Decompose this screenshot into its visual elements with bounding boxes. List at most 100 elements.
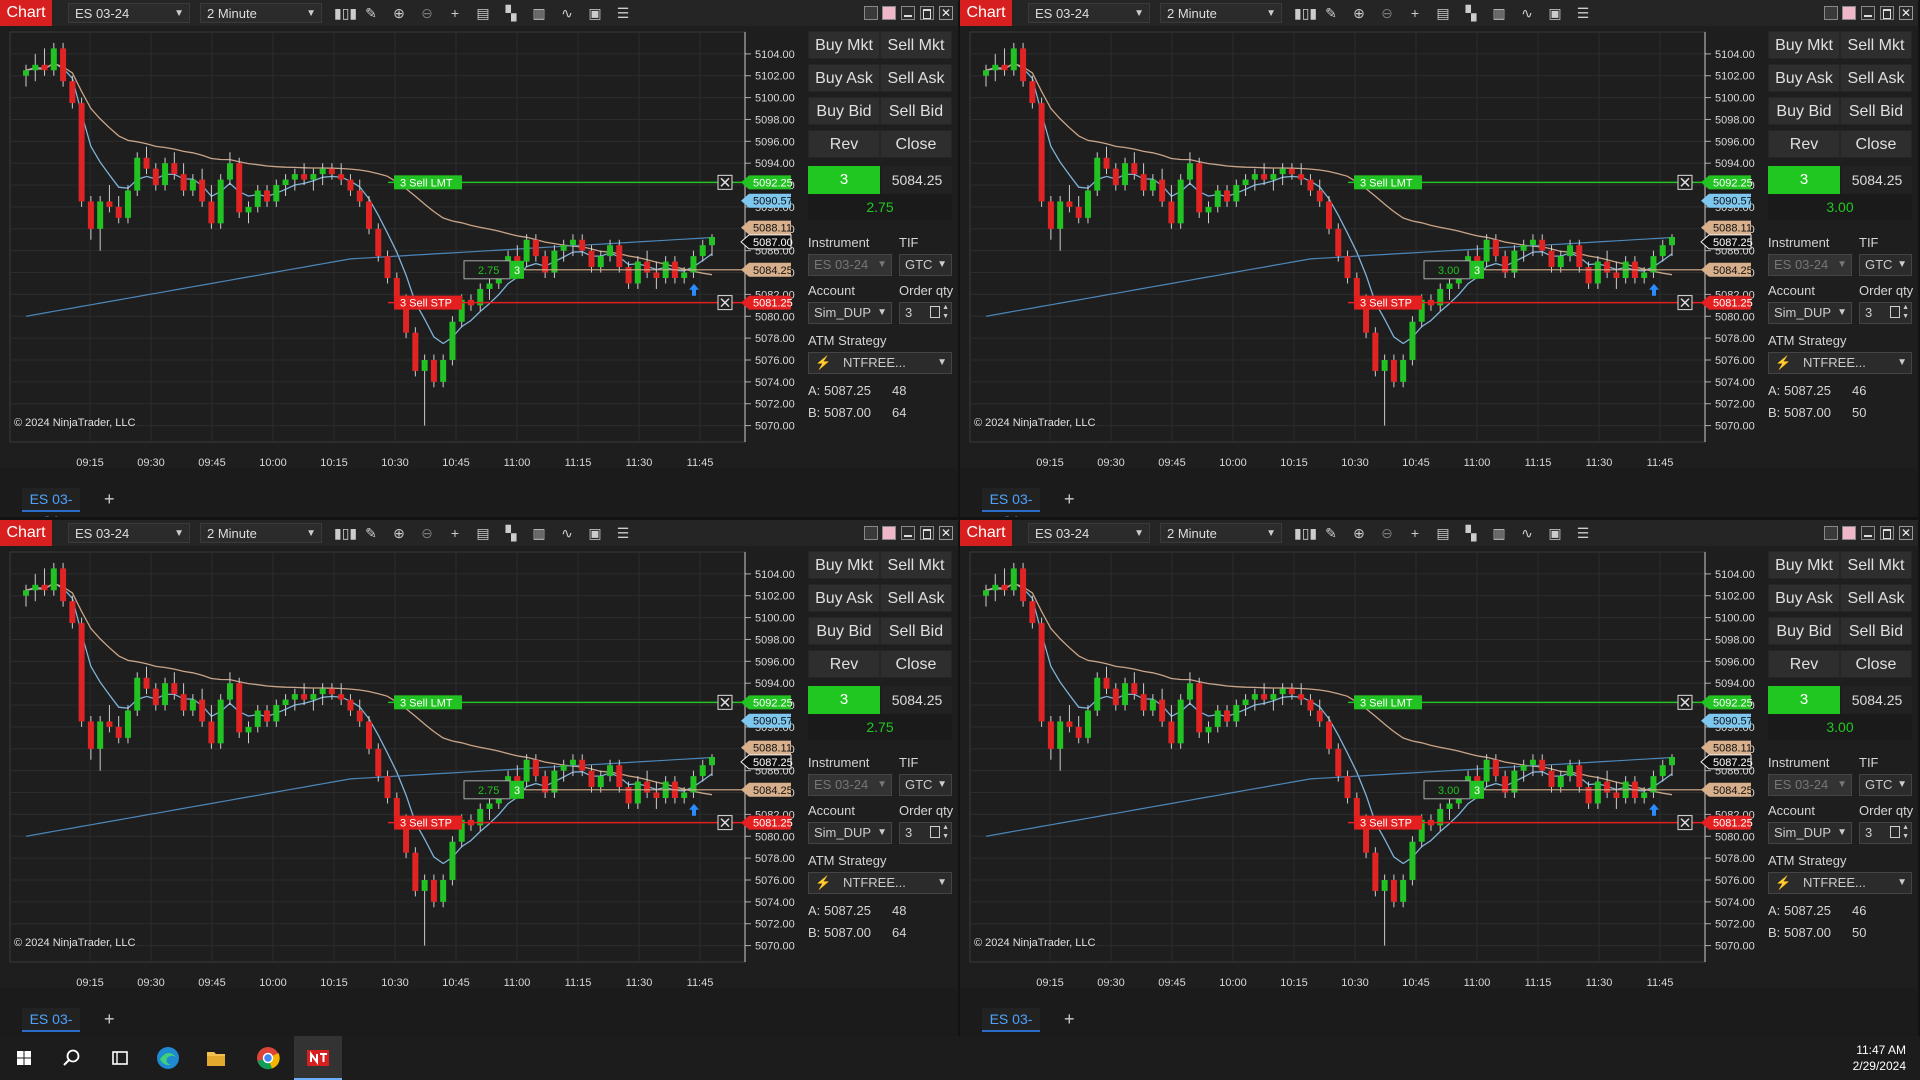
add-tab-icon[interactable]: + xyxy=(104,488,115,510)
chart-panel[interactable]: 5104.00 5102.00 5100.00 5098.00 5096.00 5094.… xyxy=(0,26,795,446)
object-list-icon[interactable]: ☰ xyxy=(1574,4,1592,22)
buy-bid-button[interactable]: Buy Bid xyxy=(1768,617,1840,645)
window-title[interactable]: Chart xyxy=(0,520,52,546)
object-list-icon[interactable]: ☰ xyxy=(1574,524,1592,542)
reverse-button[interactable]: Rev xyxy=(1768,130,1840,158)
reverse-button[interactable]: Rev xyxy=(808,130,880,158)
chart-trader-icon[interactable]: ▚ xyxy=(1462,4,1480,22)
close-button[interactable]: ✕ xyxy=(939,526,953,540)
bar-type-icon[interactable]: ▮▯▮ xyxy=(334,4,357,22)
interval-selector[interactable]: 2 Minute ▼ xyxy=(1160,523,1282,543)
ninjatrader-taskbar-item[interactable] xyxy=(294,1036,342,1080)
calculator-icon[interactable] xyxy=(1890,826,1900,838)
link-color-button[interactable] xyxy=(1842,526,1856,540)
windows-start-icon[interactable] xyxy=(10,1044,38,1072)
bar-type-icon[interactable]: ▮▯▮ xyxy=(1294,524,1317,542)
indicators-icon[interactable]: ▥ xyxy=(1490,4,1508,22)
dock-button[interactable] xyxy=(864,526,878,540)
sell-bid-button[interactable]: Sell Bid xyxy=(1840,617,1912,645)
task-view-icon[interactable] xyxy=(106,1044,134,1072)
maximize-button[interactable] xyxy=(920,6,934,20)
buy-bid-button[interactable]: Buy Bid xyxy=(808,617,880,645)
bar-type-icon[interactable]: ▮▯▮ xyxy=(334,524,357,542)
sell-market-button[interactable]: Sell Mkt xyxy=(880,31,952,59)
interval-selector[interactable]: 2 Minute ▼ xyxy=(200,523,322,543)
interval-selector[interactable]: 2 Minute ▼ xyxy=(1160,3,1282,23)
order-quantity-input[interactable]: 3 ▲ ▼ xyxy=(1859,302,1912,324)
search-icon[interactable] xyxy=(58,1044,86,1072)
edge-browser-icon[interactable] xyxy=(154,1044,182,1072)
sell-bid-button[interactable]: Sell Bid xyxy=(1840,97,1912,125)
strategies-icon[interactable]: ∿ xyxy=(1518,524,1536,542)
atm-strategy-select[interactable]: ⚡ NTFREE... ▼ xyxy=(808,872,952,894)
close-position-button[interactable]: Close xyxy=(880,130,952,158)
minimize-button[interactable] xyxy=(901,6,915,20)
file-explorer-icon[interactable] xyxy=(202,1044,230,1072)
sell-market-button[interactable]: Sell Mkt xyxy=(1840,551,1912,579)
window-title[interactable]: Chart xyxy=(960,520,1012,546)
spinner-arrows-icon[interactable]: ▲ ▼ xyxy=(1902,823,1909,841)
account-select[interactable]: Sim_DUP ▼ xyxy=(1768,302,1852,324)
spinner-arrows-icon[interactable]: ▲ ▼ xyxy=(942,303,949,321)
template-icon[interactable]: ▤ xyxy=(1434,524,1452,542)
spinner-arrows-icon[interactable]: ▲ ▼ xyxy=(942,823,949,841)
dock-button[interactable] xyxy=(1824,6,1838,20)
zoom-out-icon[interactable]: ⊖ xyxy=(1378,4,1396,22)
sell-limit-label[interactable]: 3 Sell LMT xyxy=(1360,697,1413,709)
spinner-arrows-icon[interactable]: ▲ ▼ xyxy=(1902,303,1909,321)
sell-market-button[interactable]: Sell Mkt xyxy=(880,551,952,579)
price-chart[interactable]: 5104.00 5102.00 5100.00 5098.00 5096.00 5094.… xyxy=(0,26,795,446)
account-select[interactable]: Sim_DUP ▼ xyxy=(808,302,892,324)
sell-ask-button[interactable]: Sell Ask xyxy=(1840,64,1912,92)
chart-tab[interactable]: ES 03-24 xyxy=(22,488,80,517)
chart-trader-icon[interactable]: ▚ xyxy=(502,4,520,22)
buy-ask-button[interactable]: Buy Ask xyxy=(1768,584,1840,612)
close-button[interactable]: ✕ xyxy=(1899,526,1913,540)
zoom-in-icon[interactable]: ⊕ xyxy=(1350,4,1368,22)
account-select[interactable]: Sim_DUP ▼ xyxy=(1768,822,1852,844)
price-chart[interactable]: 5104.00 5102.00 5100.00 5098.00 5096.00 5094.… xyxy=(960,546,1755,966)
account-select[interactable]: Sim_DUP ▼ xyxy=(808,822,892,844)
instrument-selector[interactable]: ES 03-24 ▼ xyxy=(1028,523,1150,543)
chart-tab[interactable]: ES 03-24 xyxy=(982,488,1040,517)
close-button[interactable]: ✕ xyxy=(1899,6,1913,20)
calculator-icon[interactable] xyxy=(930,306,940,318)
chart-panel[interactable]: 5104.00 5102.00 5100.00 5098.00 5096.00 5094.… xyxy=(960,26,1755,446)
atm-strategy-select[interactable]: ⚡ NTFREE... ▼ xyxy=(808,352,952,374)
close-position-button[interactable]: Close xyxy=(1840,650,1912,678)
crosshair-icon[interactable]: + xyxy=(1406,524,1424,542)
minimize-button[interactable] xyxy=(1861,526,1875,540)
zoom-out-icon[interactable]: ⊖ xyxy=(1378,524,1396,542)
calculator-icon[interactable] xyxy=(1890,306,1900,318)
buy-ask-button[interactable]: Buy Ask xyxy=(808,64,880,92)
chart-tab[interactable]: ES 03-24 xyxy=(22,1008,80,1037)
link-color-button[interactable] xyxy=(882,6,896,20)
order-quantity-input[interactable]: 3 ▲ ▼ xyxy=(899,822,952,844)
strategies-icon[interactable]: ∿ xyxy=(1518,4,1536,22)
instrument-selector[interactable]: ES 03-24 ▼ xyxy=(68,3,190,23)
buy-ask-button[interactable]: Buy Ask xyxy=(1768,64,1840,92)
object-list-icon[interactable]: ☰ xyxy=(614,4,632,22)
chart-tab[interactable]: ES 03-24 xyxy=(982,1008,1040,1037)
draw-tool-icon[interactable]: ✎ xyxy=(1322,4,1340,22)
order-quantity-input[interactable]: 3 ▲ ▼ xyxy=(899,302,952,324)
zoom-out-icon[interactable]: ⊖ xyxy=(418,4,436,22)
reverse-button[interactable]: Rev xyxy=(808,650,880,678)
maximize-button[interactable] xyxy=(1880,526,1894,540)
add-tab-icon[interactable]: + xyxy=(104,1008,115,1030)
tif-select[interactable]: GTC ▼ xyxy=(1859,774,1912,796)
close-button[interactable]: ✕ xyxy=(939,6,953,20)
draw-tool-icon[interactable]: ✎ xyxy=(362,4,380,22)
buy-bid-button[interactable]: Buy Bid xyxy=(1768,97,1840,125)
minimize-button[interactable] xyxy=(1861,6,1875,20)
buy-market-button[interactable]: Buy Mkt xyxy=(808,31,880,59)
sell-market-button[interactable]: Sell Mkt xyxy=(1840,31,1912,59)
chart-trader-icon[interactable]: ▚ xyxy=(1462,524,1480,542)
draw-tool-icon[interactable]: ✎ xyxy=(1322,524,1340,542)
crosshair-icon[interactable]: + xyxy=(1406,4,1424,22)
sell-bid-button[interactable]: Sell Bid xyxy=(880,617,952,645)
sell-stop-label[interactable]: 3 Sell STP xyxy=(1360,298,1412,310)
reverse-button[interactable]: Rev xyxy=(1768,650,1840,678)
tif-select[interactable]: GTC ▼ xyxy=(899,254,952,276)
tif-select[interactable]: GTC ▼ xyxy=(899,774,952,796)
